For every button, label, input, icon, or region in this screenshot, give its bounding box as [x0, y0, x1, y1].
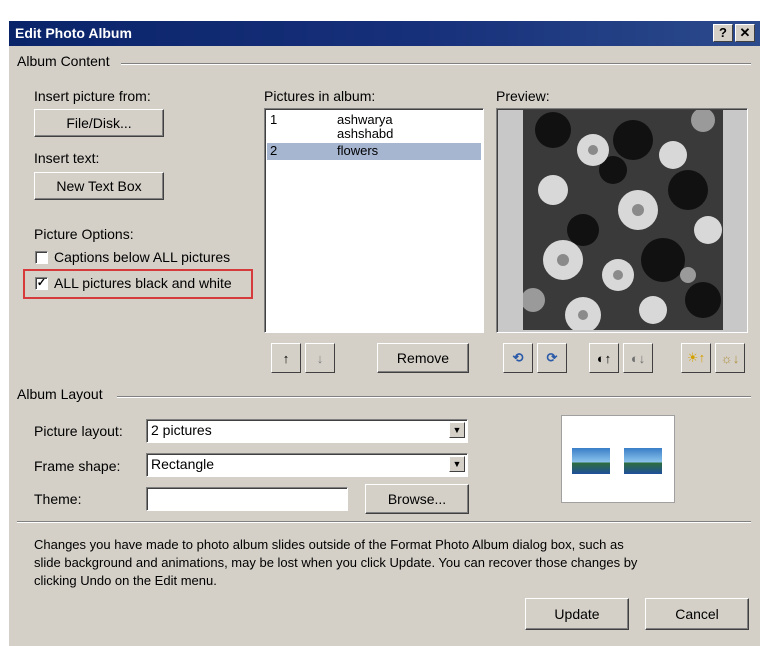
move-down-button[interactable]: ↓ [305, 343, 335, 373]
black-white-checkbox-label: ALL pictures black and white [54, 275, 232, 291]
album-content-group-label: Album Content [17, 53, 110, 69]
black-white-checkbox[interactable]: ✓ [35, 277, 48, 290]
contrast-down-icon: ◐↓ [630, 350, 646, 366]
notice-line-1: Changes you have made to photo album sli… [34, 537, 624, 552]
help-icon: ? [719, 25, 727, 40]
notice-divider [17, 521, 751, 523]
picture-layout-dropdown-button[interactable]: ▼ [449, 422, 465, 438]
rotate-left-button[interactable]: ⟲ [503, 343, 533, 373]
contrast-up-icon: ◐↑ [596, 350, 612, 366]
close-button[interactable]: ✕ [735, 24, 755, 42]
contrast-down-button[interactable]: ◐↓ [623, 343, 653, 373]
brightness-down-button[interactable]: ☼↓ [715, 343, 745, 373]
preview-label: Preview: [496, 88, 550, 104]
picture-layout-label: Picture layout: [34, 423, 123, 439]
insert-picture-label: Insert picture from: [34, 88, 151, 104]
layout-preview [561, 415, 675, 503]
update-button[interactable]: Update [525, 598, 629, 630]
frame-shape-combo[interactable]: Rectangle ▼ [146, 453, 468, 477]
rotate-left-icon: ⟲ [512, 350, 524, 365]
notice-line-3: clicking Undo on the Edit menu. [34, 573, 217, 588]
picture-layout-combo[interactable]: 2 pictures ▼ [146, 419, 468, 443]
notice-line-2: slide background and animations, may be … [34, 555, 638, 570]
brightness-up-button[interactable]: ☀↑ [681, 343, 711, 373]
help-button[interactable]: ? [713, 24, 733, 42]
edit-photo-album-dialog: Edit Photo Album ? ✕ Album Content Inser… [8, 20, 760, 646]
dialog-title: Edit Photo Album [15, 25, 132, 41]
picture-layout-value: 2 pictures [151, 422, 212, 438]
album-layout-divider [117, 396, 751, 398]
album-content-divider [121, 63, 751, 65]
captions-checkbox[interactable] [35, 251, 48, 264]
move-up-button[interactable]: ↑ [271, 343, 301, 373]
rotate-right-button[interactable]: ⟳ [537, 343, 567, 373]
checkmark-icon: ✓ [36, 277, 47, 289]
frame-shape-label: Frame shape: [34, 458, 121, 474]
frame-shape-dropdown-button[interactable]: ▼ [449, 456, 465, 472]
album-layout-group-label: Album Layout [17, 386, 103, 402]
pictures-in-album-label: Pictures in album: [264, 88, 376, 104]
captions-checkbox-label: Captions below ALL pictures [54, 249, 231, 265]
brightness-down-icon: ☼↓ [720, 350, 740, 366]
arrow-down-icon: ↓ [316, 350, 324, 366]
contrast-up-button[interactable]: ◐↑ [589, 343, 619, 373]
picture-options-label: Picture Options: [34, 226, 134, 242]
pictures-listbox[interactable]: 1 ashwarya ashshabd 2 flowers [264, 108, 484, 333]
list-item-selected[interactable]: 2 flowers [267, 143, 481, 160]
new-text-box-button[interactable]: New Text Box [34, 172, 164, 200]
browse-button[interactable]: Browse... [365, 484, 469, 514]
close-icon: ✕ [739, 25, 751, 40]
chevron-down-icon: ▼ [452, 425, 462, 435]
layout-preview-thumbnails [572, 448, 662, 474]
preview-pane [496, 108, 748, 333]
arrow-up-icon: ↑ [282, 350, 290, 366]
theme-field[interactable] [146, 487, 348, 511]
remove-button[interactable]: Remove [377, 343, 469, 373]
flowers-preview-image [523, 110, 723, 330]
insert-text-label: Insert text: [34, 150, 100, 166]
theme-label: Theme: [34, 491, 82, 507]
title-bar[interactable]: Edit Photo Album ? ✕ [9, 21, 760, 46]
cancel-button[interactable]: Cancel [645, 598, 749, 630]
chevron-down-icon: ▼ [452, 459, 462, 469]
brightness-up-icon: ☀↑ [686, 350, 706, 365]
rotate-right-icon: ⟳ [546, 350, 558, 365]
file-disk-button[interactable]: File/Disk... [34, 109, 164, 137]
list-item[interactable]: ashshabd [267, 126, 481, 143]
frame-shape-value: Rectangle [151, 456, 215, 472]
